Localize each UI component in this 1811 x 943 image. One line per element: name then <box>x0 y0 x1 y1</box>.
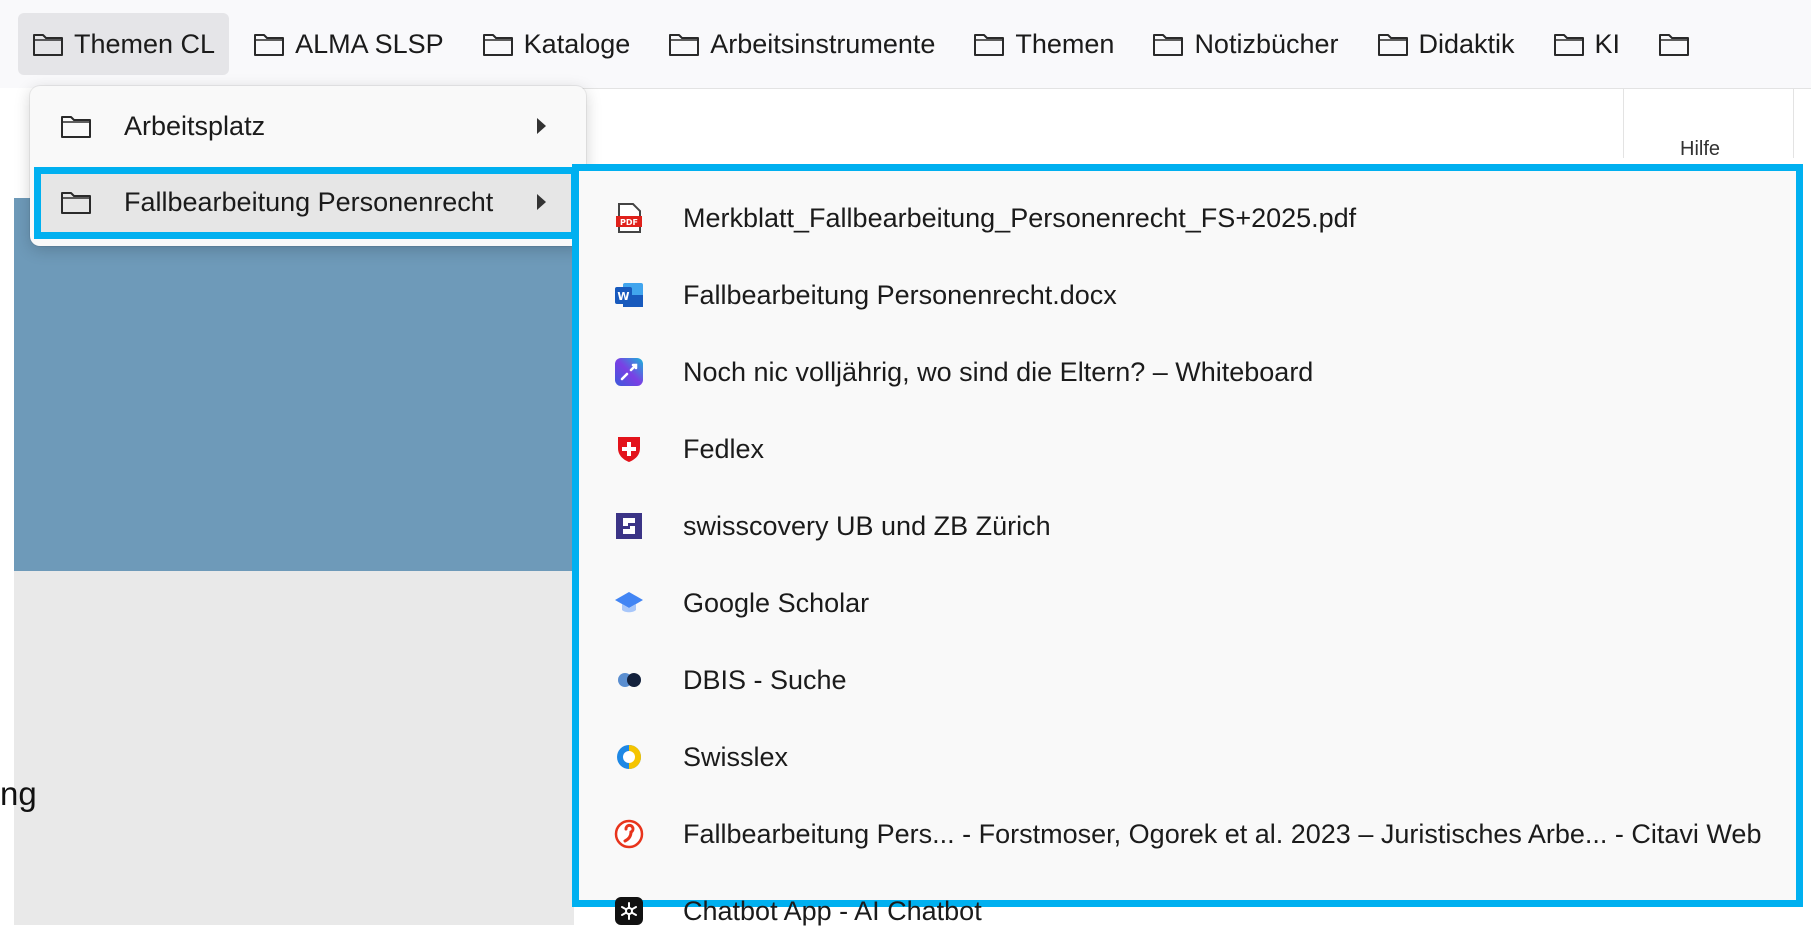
bookmark-label: Notizbücher <box>1194 28 1339 59</box>
bookmark-folder-themen[interactable]: Themen <box>959 13 1128 75</box>
submenu-item-label: Fedlex <box>683 433 765 464</box>
bookmark-label: Didaktik <box>1418 28 1515 59</box>
submenu-item[interactable]: DBIS - Suche <box>579 648 1796 712</box>
bookmark-folder-overflow[interactable] <box>1644 13 1700 75</box>
scholar-cap-icon <box>615 592 643 613</box>
folder-icon <box>1153 34 1184 56</box>
folder-icon <box>669 34 700 56</box>
bookmark-label: Themen <box>1015 28 1115 59</box>
help-link[interactable]: Hilfe <box>1680 138 1720 161</box>
submenu-item-label: Noch nic volljährig, wo sind die Eltern?… <box>683 356 1314 387</box>
swiss-shield-icon <box>618 437 640 462</box>
svg-text:W: W <box>617 290 629 303</box>
folder-icon <box>482 34 513 56</box>
submenu-fallbearbeitung: PDF Merkblatt_Fallbearbeitung_Personenre… <box>572 164 1803 926</box>
submenu-item-label: swisscovery UB und ZB Zürich <box>683 510 1051 541</box>
submenu-item[interactable]: PDF Merkblatt_Fallbearbeitung_Personenre… <box>579 186 1796 250</box>
bookmark-folder-didaktik[interactable]: Didaktik <box>1363 13 1529 75</box>
folder-icon <box>61 116 91 138</box>
page-content-area <box>14 571 574 925</box>
submenu-arrow-icon <box>537 118 546 134</box>
bookmark-folder-alma-slsp[interactable]: ALMA SLSP <box>239 13 458 75</box>
folder-icon <box>1377 34 1408 56</box>
bookmark-label: KI <box>1594 28 1621 59</box>
submenu-item[interactable]: Chatbot App - AI Chatbot <box>579 879 1796 943</box>
bookmark-folder-arbeitsinstrumente[interactable]: Arbeitsinstrumente <box>654 13 949 75</box>
pdf-icon: PDF <box>616 203 642 233</box>
submenu-item[interactable]: swisscovery UB und ZB Zürich <box>579 494 1796 558</box>
submenu-item-label: Merkblatt_Fallbearbeitung_Personenrecht_… <box>683 202 1357 233</box>
folder-dropdown-menu: Arbeitsplatz Fallbearbeitung Personenrec… <box>30 86 586 246</box>
menu-item-fallbearbeitung-personenrecht[interactable]: Fallbearbeitung Personenrecht <box>40 170 576 234</box>
svg-text:PDF: PDF <box>620 218 638 227</box>
swisslex-icon <box>617 745 641 769</box>
bookmark-folder-themen-cl[interactable]: Themen CL <box>18 13 230 75</box>
chatbot-icon <box>615 897 643 925</box>
whiteboard-icon <box>615 358 643 386</box>
submenu-arrow-icon <box>537 194 546 210</box>
swisscovery-icon <box>616 513 642 539</box>
folder-icon <box>974 34 1005 56</box>
bookmark-label: Themen CL <box>74 28 216 59</box>
submenu-item-label: Swisslex <box>683 741 789 772</box>
page-toolbar-separator <box>1623 88 1624 158</box>
page-partial-text: ng <box>0 775 37 812</box>
dbis-icon <box>618 673 641 687</box>
page-toolbar-divider <box>570 88 1811 89</box>
bookmark-label: Kataloge <box>523 28 631 59</box>
submenu-item-label: Chatbot App - AI Chatbot <box>683 895 982 926</box>
bookmarks-bar: Themen CL ALMA SLSP Kataloge Arbeitsinst… <box>0 0 1811 88</box>
bookmark-folder-ki[interactable]: KI <box>1539 13 1635 75</box>
submenu-item[interactable]: Noch nic volljährig, wo sind die Eltern?… <box>579 340 1796 404</box>
citavi-icon <box>614 819 644 849</box>
submenu-item[interactable]: Fallbearbeitung Pers... - Forstmoser, Og… <box>579 802 1796 866</box>
submenu-item-label: Google Scholar <box>683 587 870 618</box>
bookmark-label: Arbeitsinstrumente <box>710 28 936 59</box>
menu-item-label: Fallbearbeitung Personenrecht <box>124 186 494 217</box>
page-banner <box>14 198 574 571</box>
bookmark-label: ALMA SLSP <box>295 28 444 59</box>
folder-icon <box>33 34 63 56</box>
submenu-item[interactable]: W Fallbearbeitung Personenrecht.docx <box>579 263 1796 327</box>
folder-icon <box>1659 34 1690 56</box>
bookmark-folder-notizbuecher[interactable]: Notizbücher <box>1138 13 1352 75</box>
submenu-item[interactable]: Fedlex <box>579 417 1796 481</box>
submenu-item-label: DBIS - Suche <box>683 664 847 695</box>
submenu-item[interactable]: Google Scholar <box>579 571 1796 635</box>
submenu-item-label: Fallbearbeitung Personenrecht.docx <box>683 279 1117 310</box>
folder-icon <box>61 192 91 214</box>
bookmark-folder-kataloge[interactable]: Kataloge <box>468 13 645 75</box>
menu-item-label: Arbeitsplatz <box>124 110 266 141</box>
submenu-item-label: Fallbearbeitung Pers... - Forstmoser, Og… <box>683 818 1762 849</box>
page-toolbar-separator <box>1793 88 1794 158</box>
word-icon: W <box>615 283 643 307</box>
submenu-item[interactable]: Swisslex <box>579 725 1796 789</box>
folder-icon <box>254 34 285 56</box>
folder-icon <box>1553 34 1584 56</box>
menu-item-arbeitsplatz[interactable]: Arbeitsplatz <box>40 94 576 158</box>
